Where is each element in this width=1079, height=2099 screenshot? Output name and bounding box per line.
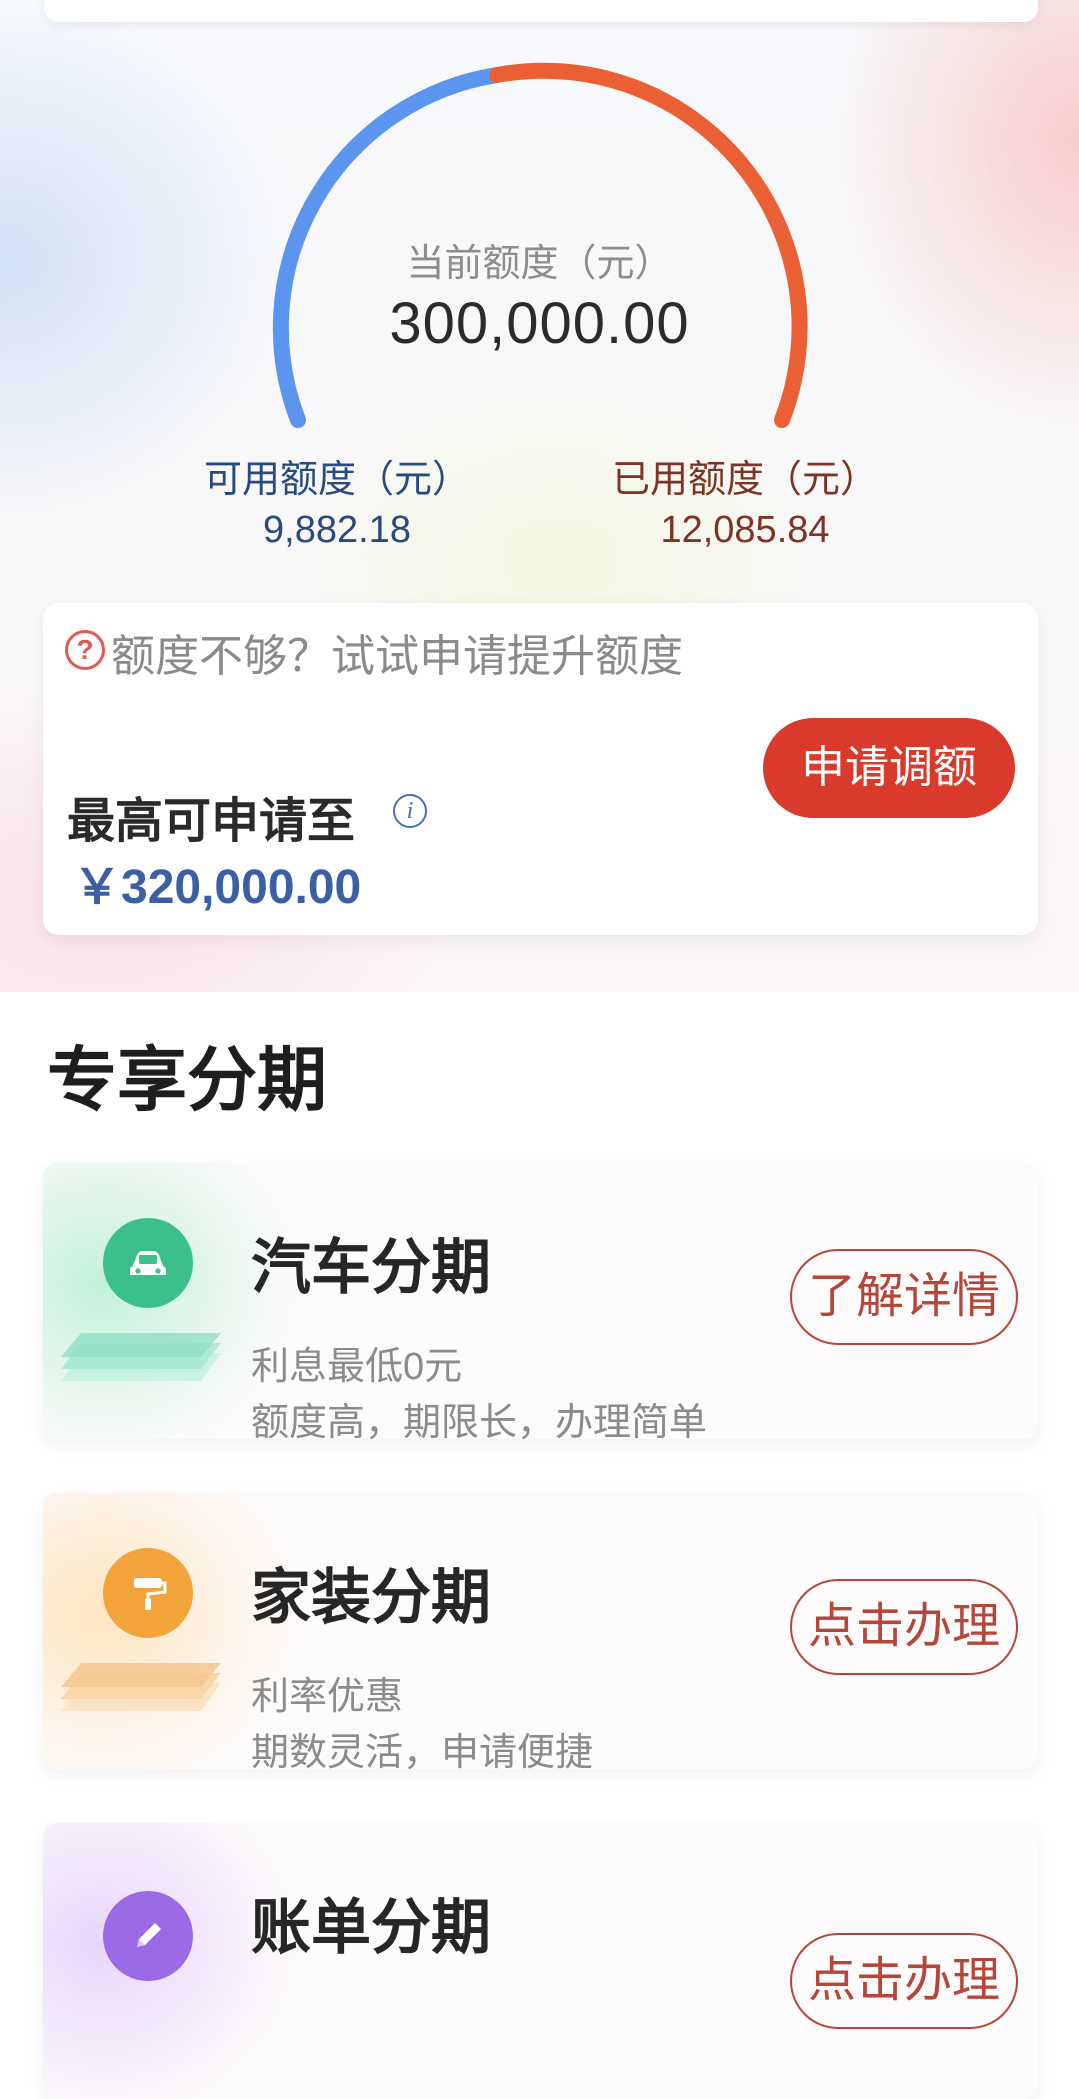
product-description: 期数灵活，申请便捷 xyxy=(251,1732,594,1769)
product-title: 汽车分期 xyxy=(251,1234,491,1301)
info-icon[interactable]: i xyxy=(393,794,427,828)
paint-roller-icon xyxy=(103,1548,193,1638)
raise-credit-prompt: 额度不够？试试申请提升额度 xyxy=(111,632,683,681)
previous-card-edge xyxy=(44,0,1038,22)
available-credit-value: 9,882.18 xyxy=(263,509,411,551)
max-credit-label: 最高可申请至 xyxy=(67,795,356,848)
product-card-home-decoration[interactable]: 家装分期 利率优惠 期数灵活，申请便捷 点击办理 xyxy=(43,1493,1038,1769)
section-title: 专享分期 xyxy=(47,1041,327,1119)
used-credit-value: 12,085.84 xyxy=(660,509,830,551)
product-title: 账单分期 xyxy=(251,1894,491,1961)
product-highlight: 利息最低0元 xyxy=(251,1346,463,1388)
apply-now-button[interactable]: 点击办理 xyxy=(790,1579,1018,1675)
platform-graphic xyxy=(61,1333,221,1381)
current-credit-label: 当前额度（元） xyxy=(406,243,673,285)
used-credit: 已用额度（元） 12,085.84 xyxy=(595,448,895,552)
product-card-bill-installment[interactable]: 账单分期 点击办理 xyxy=(43,1823,1038,2099)
raise-credit-card: ? 额度不够？试试申请提升额度 最高可申请至 i ￥320,000.00 申请调… xyxy=(43,603,1038,935)
product-card-car-loan[interactable]: 汽车分期 利息最低0元 额度高，期限长，办理简单 了解详情 xyxy=(43,1163,1038,1439)
apply-now-button[interactable]: 点击办理 xyxy=(790,1933,1018,2029)
platform-graphic xyxy=(61,1663,221,1711)
product-description: 额度高，期限长，办理简单 xyxy=(251,1402,708,1439)
car-icon xyxy=(103,1218,193,1308)
used-credit-label: 已用额度（元） xyxy=(611,459,878,501)
question-icon[interactable]: ? xyxy=(65,630,105,670)
available-credit-label: 可用额度（元） xyxy=(203,459,470,501)
product-title: 家装分期 xyxy=(251,1564,491,1631)
max-credit-amount: ￥320,000.00 xyxy=(73,861,362,914)
apply-raise-button[interactable]: 申请调额 xyxy=(763,718,1015,818)
learn-more-button[interactable]: 了解详情 xyxy=(790,1249,1018,1345)
pencil-icon xyxy=(103,1891,193,1981)
current-credit-value: 300,000.00 xyxy=(389,291,690,356)
product-highlight: 利率优惠 xyxy=(251,1676,404,1718)
available-credit: 可用额度（元） 9,882.18 xyxy=(187,448,487,552)
